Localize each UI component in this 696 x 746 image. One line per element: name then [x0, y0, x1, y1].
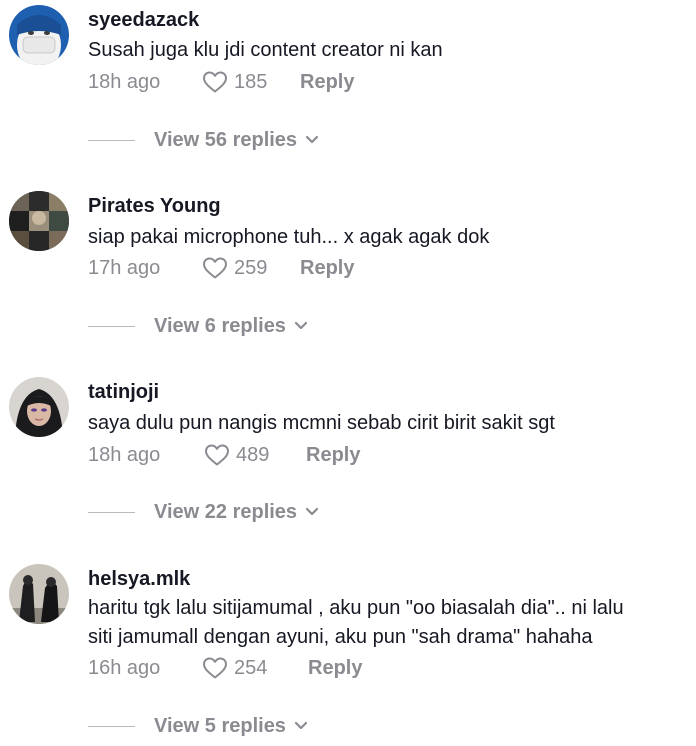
divider-line — [88, 725, 135, 727]
username[interactable]: helsya.mlk — [88, 568, 190, 591]
comment-text: siap pakai microphone tuh... x agak agak… — [88, 226, 490, 248]
like-button[interactable]: 254 — [202, 656, 308, 680]
heart-outline-icon — [205, 444, 229, 466]
view-replies-label: View 5 replies — [154, 714, 286, 737]
reply-button[interactable]: Reply — [308, 657, 362, 680]
comment-text-line: haritu tgk lalu sitijamumal , aku pun "o… — [88, 597, 624, 619]
like-count: 259 — [234, 256, 268, 279]
chevron-down-icon — [305, 135, 319, 144]
reply-button[interactable]: Reply — [300, 257, 354, 280]
comment-meta: 18h ago 489 Reply — [88, 441, 360, 469]
reply-button[interactable]: Reply — [300, 71, 354, 94]
like-button[interactable]: 185 — [202, 70, 300, 94]
comment-text-line: siti jamumall dengan ayuni, aku pun "sah… — [88, 626, 593, 648]
like-count: 254 — [234, 656, 268, 679]
avatar[interactable] — [9, 564, 69, 624]
like-count: 489 — [236, 443, 270, 466]
divider-line — [88, 139, 135, 141]
chevron-down-icon — [294, 321, 308, 330]
avatar[interactable] — [9, 5, 69, 65]
comment-text: Susah juga klu jdi content creator ni ka… — [88, 39, 443, 61]
comment-meta: 18h ago 185 Reply — [88, 68, 354, 96]
timestamp: 16h ago — [88, 656, 161, 679]
username[interactable]: syeedazack — [88, 9, 199, 32]
heart-outline-icon — [203, 657, 227, 679]
like-button[interactable]: 489 — [204, 443, 306, 467]
comment-text: saya dulu pun nangis mcmni sebab cirit b… — [88, 412, 555, 434]
reply-button[interactable]: Reply — [306, 444, 360, 467]
timestamp: 18h ago — [88, 70, 161, 93]
view-replies-label: View 56 replies — [154, 128, 298, 151]
timestamp: 18h ago — [88, 443, 161, 466]
view-replies-button[interactable]: View 56 replies — [88, 126, 319, 154]
view-replies-button[interactable]: View 22 replies — [88, 498, 319, 526]
heart-outline-icon — [203, 71, 227, 93]
comment-text: haritu tgk lalu sitijamumal , aku pun "o… — [88, 594, 688, 652]
comment-meta: 16h ago 254 Reply — [88, 654, 362, 682]
view-replies-button[interactable]: View 5 replies — [88, 712, 308, 740]
view-replies-button[interactable]: View 6 replies — [88, 312, 308, 340]
chevron-down-icon — [305, 507, 319, 516]
view-replies-label: View 22 replies — [154, 500, 298, 523]
comment-meta: 17h ago 259 Reply — [88, 254, 354, 282]
username[interactable]: tatinjoji — [88, 381, 159, 404]
avatar[interactable] — [9, 191, 69, 251]
avatar[interactable] — [9, 377, 69, 437]
divider-line — [88, 511, 135, 513]
heart-outline-icon — [203, 257, 227, 279]
chevron-down-icon — [294, 721, 308, 730]
like-button[interactable]: 259 — [202, 256, 300, 280]
timestamp: 17h ago — [88, 256, 161, 279]
username[interactable]: Pirates Young — [88, 195, 221, 218]
divider-line — [88, 325, 135, 327]
view-replies-label: View 6 replies — [154, 314, 286, 337]
like-count: 185 — [234, 70, 268, 93]
